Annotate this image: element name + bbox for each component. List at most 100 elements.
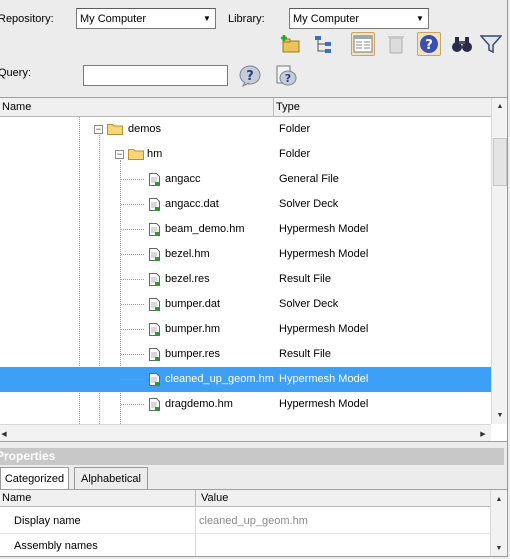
item-name: bumper.res [165, 348, 221, 360]
scroll-up-button[interactable]: ▲ [492, 98, 507, 115]
file-icon [149, 223, 160, 236]
tree-branch-line [121, 329, 144, 330]
properties-title: Properties [0, 448, 504, 465]
tab-categorized[interactable]: Categorized [0, 467, 69, 489]
list-item[interactable]: dragdemo.hm Hypermesh Model [0, 392, 491, 417]
properties-grid: Name Value Display name cleaned_up_geom.… [0, 489, 507, 556]
network-tree-icon[interactable] [312, 32, 336, 56]
item-type: Hypermesh Model [279, 223, 369, 235]
file-tree-list[interactable]: Name Type − demos Folder − hm Folder ang… [0, 97, 507, 442]
item-name: bumper.hm [165, 323, 221, 335]
file-icon [149, 348, 160, 361]
chevron-down-icon: ▼ [416, 14, 424, 23]
list-item[interactable]: cleaned_up_geom.hm Hypermesh Model [0, 367, 491, 392]
tree-branch-line [121, 179, 144, 180]
horizontal-scrollbar[interactable]: ◀ ▶ [0, 424, 491, 441]
item-name: angacc.dat [165, 198, 219, 210]
item-name: hm [147, 148, 163, 160]
item-name: angacc [165, 173, 201, 185]
column-divider [195, 507, 196, 556]
list-item[interactable]: bezel.hm Hypermesh Model [0, 242, 491, 267]
column-name-label: Name [2, 101, 32, 113]
list-item[interactable]: bezel.res Result File [0, 267, 491, 292]
tree-branch-line [121, 229, 144, 230]
scroll-left-button[interactable]: ◀ [0, 425, 12, 442]
file-icon [149, 273, 160, 286]
svg-text:?: ? [425, 38, 433, 53]
svg-text:?: ? [246, 69, 254, 84]
item-type: Result File [279, 273, 331, 285]
column-header-name[interactable]: Name [0, 98, 274, 116]
tree-branch-line [121, 379, 144, 380]
query-label: Query: [0, 67, 32, 79]
list-item[interactable]: bumper.res Result File [0, 342, 491, 367]
tab-alphabetical[interactable]: Alphabetical [74, 467, 148, 489]
query-help-icon[interactable]: ? [238, 64, 262, 88]
item-name: beam_demo.hm [165, 223, 245, 235]
repository-dropdown[interactable]: My Computer ▼ [76, 8, 216, 29]
item-type: Hypermesh Model [279, 373, 369, 385]
library-label: Library: [228, 13, 265, 25]
filter-icon[interactable] [479, 32, 503, 56]
prop-display-name-value[interactable]: cleaned_up_geom.hm [199, 515, 308, 527]
file-icon [149, 323, 160, 336]
binoculars-icon[interactable] [450, 32, 474, 56]
collapse-icon[interactable]: − [94, 125, 103, 134]
file-icon [149, 398, 160, 411]
scroll-down-button[interactable]: ▼ [491, 540, 507, 556]
item-type: Solver Deck [279, 198, 339, 210]
folder-icon [128, 149, 144, 160]
vertical-scrollbar[interactable]: ▲ ▼ [491, 98, 507, 424]
collapse-icon[interactable]: − [115, 150, 124, 159]
list-item[interactable]: bumper.hm Hypermesh Model [0, 317, 491, 342]
scroll-right-button[interactable]: ▶ [475, 425, 491, 442]
repository-value: My Computer [80, 12, 147, 25]
folder-icon [107, 124, 123, 135]
query-advanced-icon[interactable]: ? [274, 64, 298, 88]
item-type: Hypermesh Model [279, 398, 369, 410]
item-name: dragdemo.hm [165, 398, 233, 410]
library-dropdown[interactable]: My Computer ▼ [289, 8, 429, 29]
list-item[interactable]: angacc.dat Solver Deck [0, 192, 491, 217]
library-value: My Computer [293, 12, 360, 25]
scroll-up-button[interactable]: ▲ [491, 491, 507, 508]
item-name: cleaned_up_geom.hm [165, 373, 274, 385]
item-type: Solver Deck [279, 298, 339, 310]
column-header-type[interactable]: Type [274, 98, 491, 116]
item-type: Hypermesh Model [279, 323, 369, 335]
file-icon [149, 248, 160, 261]
tab-alphabetical-label: Alphabetical [81, 472, 141, 485]
tree-branch-line [121, 404, 144, 405]
list-item[interactable]: − hm Folder [0, 142, 491, 167]
properties-scrollbar[interactable]: ▲ ▼ [490, 490, 507, 556]
file-browser-window: Repository: My Computer ▼ Library: My Co… [0, 0, 508, 557]
tab-categorized-label: Categorized [4, 472, 65, 485]
column-type-label: Type [276, 101, 300, 113]
scroll-down-button[interactable]: ▼ [492, 407, 507, 424]
query-input[interactable] [83, 65, 228, 86]
prop-column-name: Name [2, 492, 32, 504]
details-view-icon[interactable] [351, 32, 375, 56]
trash-icon[interactable] [384, 32, 408, 56]
chevron-down-icon: ▼ [203, 14, 211, 23]
scroll-thumb[interactable] [493, 138, 507, 186]
file-icon [149, 198, 160, 211]
column-divider [195, 490, 196, 507]
svg-text:?: ? [285, 72, 291, 85]
help-icon[interactable]: ? [417, 32, 441, 56]
tree-branch-line [121, 254, 144, 255]
file-icon [149, 173, 160, 186]
prop-column-value: Value [201, 492, 229, 504]
list-header: Name Type [0, 98, 491, 117]
item-type: Hypermesh Model [279, 248, 369, 260]
item-type: Result File [279, 348, 331, 360]
file-icon [149, 373, 160, 386]
list-item[interactable]: beam_demo.hm Hypermesh Model [0, 217, 491, 242]
item-name: demos [128, 123, 162, 135]
list-item[interactable]: bumper.dat Solver Deck [0, 292, 491, 317]
tree-branch-line [121, 204, 144, 205]
list-item[interactable]: − demos Folder [0, 117, 491, 142]
new-folder-icon[interactable] [279, 32, 303, 56]
tree-branch-line [121, 279, 144, 280]
list-item[interactable]: angacc General File [0, 167, 491, 192]
